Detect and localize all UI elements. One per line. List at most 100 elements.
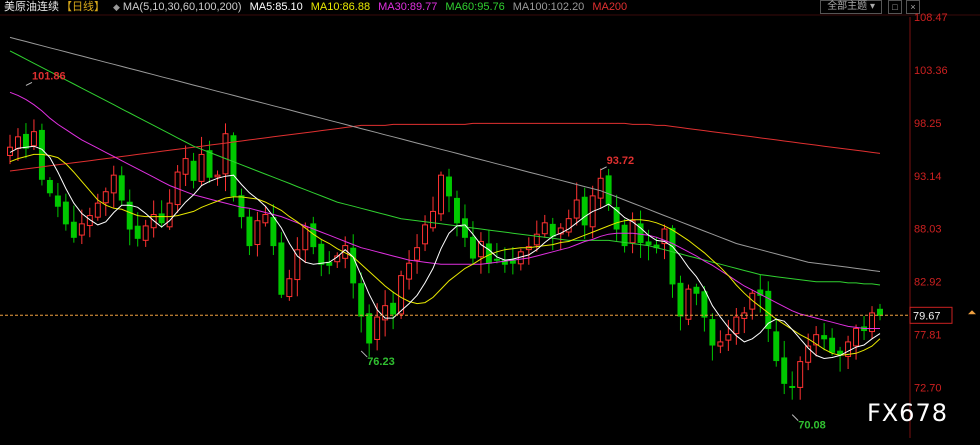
candle-body [797, 361, 804, 388]
candle-body [94, 202, 101, 218]
watermark: FX678 [866, 399, 948, 427]
candle-body [222, 133, 229, 175]
ma200-line [9, 122, 881, 172]
extreme-label: 76.23 [367, 356, 395, 368]
y-tick-label: 98.25 [914, 118, 942, 130]
extreme-label: 93.72 [607, 155, 635, 167]
candle-body [22, 133, 29, 149]
extreme-label: 101.86 [32, 70, 66, 82]
candle-body [821, 335, 828, 340]
y-tick-label: 108.47 [914, 12, 948, 24]
candle-body [469, 236, 476, 259]
candle-body [725, 334, 732, 341]
candle-body [30, 131, 37, 147]
candle-body [118, 175, 125, 201]
candle-body [62, 201, 69, 225]
candle-body [350, 247, 357, 284]
candle-body [262, 214, 269, 224]
candle-body [693, 286, 700, 294]
last-price-label: 79.67 [913, 310, 941, 322]
candle-body [749, 292, 756, 310]
y-tick-label: 77.81 [914, 330, 942, 342]
candle-body [254, 220, 261, 246]
y-tick-label: 103.36 [914, 65, 948, 77]
candle-body [669, 227, 676, 285]
candle-body [837, 350, 844, 355]
candle-body [605, 175, 612, 205]
candle-body [358, 283, 365, 317]
candle-body [701, 291, 708, 318]
candle-body [278, 242, 285, 295]
candle-body [430, 210, 437, 229]
candle-body [270, 217, 277, 247]
candle-body [677, 282, 684, 317]
candle-body [206, 150, 213, 178]
candle-body [485, 243, 492, 264]
candle-body [438, 174, 444, 215]
candle-body [190, 160, 197, 181]
candle-body [134, 225, 141, 239]
candle-body [54, 195, 61, 207]
y-tick-label: 93.14 [914, 171, 942, 183]
candle-body [789, 385, 796, 388]
candle-body [446, 176, 452, 197]
candle-body [246, 216, 253, 247]
candle-body [14, 136, 21, 149]
candle-body [493, 258, 500, 261]
candle-body [214, 174, 221, 178]
candle-body [709, 319, 716, 346]
candle-body [374, 316, 381, 340]
candle-body [70, 221, 77, 238]
candle-body [733, 316, 740, 335]
candle-body [238, 195, 245, 218]
candle-body [414, 247, 421, 261]
candle-body [549, 223, 556, 237]
y-tick-label: 88.03 [914, 224, 942, 236]
candle-body [390, 302, 397, 315]
candle-body [541, 222, 548, 235]
candle-body [853, 327, 860, 347]
candle-body [781, 357, 788, 384]
candle-body [182, 158, 189, 175]
candle-body [198, 153, 205, 182]
ma60-line [9, 50, 881, 286]
candle-body [230, 135, 237, 197]
annotation-leader [600, 166, 607, 171]
candle-body [685, 288, 692, 320]
candlestick-chart: 79.67 108.47 103.36 98.25 93.14 88.03 82.92 77.… [0, 12, 980, 438]
candle-body [398, 275, 405, 315]
candle-body [406, 262, 413, 280]
candle-body [645, 241, 652, 246]
y-tick-label: 72.70 [914, 382, 942, 394]
candle-body [629, 220, 636, 244]
candle-body [110, 174, 117, 194]
candle-body [366, 313, 373, 344]
candle-body [126, 201, 133, 230]
candle-body [877, 308, 883, 316]
ma5-line [9, 145, 881, 360]
candle-body [302, 226, 309, 251]
candle-body [46, 179, 53, 194]
price-marker-icon [968, 310, 976, 315]
candle-body [773, 331, 780, 362]
extreme-label: 70.08 [798, 420, 826, 432]
annotation-leader [25, 82, 33, 86]
candle-body [829, 337, 836, 353]
candle-body [158, 213, 165, 224]
candle-body [286, 278, 293, 298]
candle-body [142, 225, 149, 241]
candle-body [318, 243, 325, 265]
candle-body [573, 199, 580, 219]
candle-body [597, 177, 604, 199]
candle-body [477, 240, 484, 258]
candle-body [461, 218, 468, 238]
candle-body [422, 224, 429, 245]
candle-body [581, 196, 588, 226]
candle-body [717, 341, 724, 347]
ma10-line [9, 153, 881, 356]
candle-body [453, 197, 460, 224]
y-tick-label: 82.92 [914, 277, 942, 289]
candle-body [102, 191, 109, 204]
candle-body [166, 202, 173, 228]
candle-body [78, 223, 85, 236]
